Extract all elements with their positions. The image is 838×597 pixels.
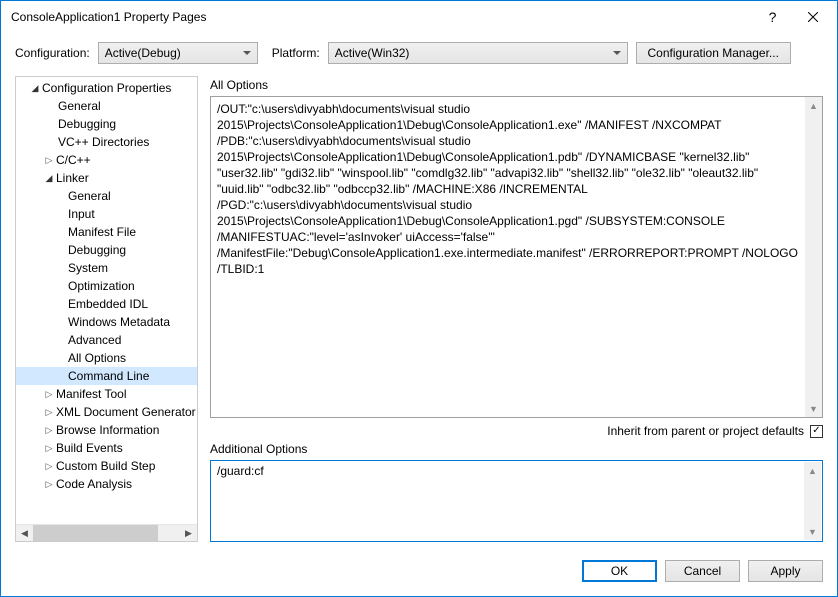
scroll-up-icon[interactable]: ▲ — [804, 462, 821, 479]
scroll-up-icon[interactable]: ▲ — [805, 97, 822, 114]
tree-item-linker-commandline[interactable]: Command Line — [16, 367, 197, 385]
titlebar: ConsoleApplication1 Property Pages ? — [1, 1, 837, 32]
all-options-label: All Options — [210, 76, 823, 96]
arrow-right-icon: ▷ — [44, 152, 54, 168]
tree-item-build-events[interactable]: ▷Build Events — [16, 439, 197, 457]
main-area: ◢Configuration Properties General Debugg… — [1, 76, 837, 550]
arrow-right-icon: ▷ — [44, 422, 54, 438]
tree-item-linker-system[interactable]: System — [16, 259, 197, 277]
window-title: ConsoleApplication1 Property Pages — [11, 10, 755, 24]
scroll-thumb[interactable] — [33, 525, 158, 542]
tree-item-manifest-tool[interactable]: ▷Manifest Tool — [16, 385, 197, 403]
apply-button[interactable]: Apply — [748, 560, 823, 582]
platform-combo[interactable]: Active(Win32) — [328, 42, 628, 64]
configuration-value: Active(Debug) — [105, 46, 181, 60]
tree[interactable]: ◢Configuration Properties General Debugg… — [16, 77, 197, 524]
tree-item-vcpp-dirs[interactable]: VC++ Directories — [16, 133, 197, 151]
tree-item-linker-winmeta[interactable]: Windows Metadata — [16, 313, 197, 331]
tree-item-xml-docgen[interactable]: ▷XML Document Generator — [16, 403, 197, 421]
help-button[interactable]: ? — [755, 2, 790, 31]
close-button[interactable] — [790, 2, 835, 31]
addopts-vscrollbar[interactable]: ▲ ▼ — [804, 462, 821, 540]
configuration-manager-button[interactable]: Configuration Manager... — [636, 42, 791, 64]
tree-item-linker-embeddedidl[interactable]: Embedded IDL — [16, 295, 197, 313]
scroll-down-icon[interactable]: ▼ — [804, 523, 821, 540]
close-icon — [808, 12, 818, 22]
tree-item-linker-manifest[interactable]: Manifest File — [16, 223, 197, 241]
scroll-right-icon[interactable]: ▶ — [180, 525, 197, 542]
tree-item-linker[interactable]: ◢Linker — [16, 169, 197, 187]
tree-item-linker-general[interactable]: General — [16, 187, 197, 205]
scroll-track[interactable] — [33, 525, 180, 542]
additional-options-box[interactable]: /guard:cf ▲ ▼ — [210, 460, 823, 542]
arrow-down-icon: ◢ — [30, 80, 40, 96]
tree-item-debugging[interactable]: Debugging — [16, 115, 197, 133]
tree-item-browse-info[interactable]: ▷Browse Information — [16, 421, 197, 439]
arrow-right-icon: ▷ — [44, 458, 54, 474]
all-options-box[interactable]: /OUT:"c:\users\divyabh\documents\visual … — [210, 96, 823, 418]
tree-item-linker-advanced[interactable]: Advanced — [16, 331, 197, 349]
tree-item-custom-build[interactable]: ▷Custom Build Step — [16, 457, 197, 475]
tree-item-ccpp[interactable]: ▷C/C++ — [16, 151, 197, 169]
additional-options-label: Additional Options — [210, 440, 823, 460]
tree-item-general[interactable]: General — [16, 97, 197, 115]
platform-value: Active(Win32) — [335, 46, 410, 60]
all-options-text: /OUT:"c:\users\divyabh\documents\visual … — [217, 101, 816, 277]
tree-item-linker-optimization[interactable]: Optimization — [16, 277, 197, 295]
tree-panel: ◢Configuration Properties General Debugg… — [15, 76, 198, 542]
arrow-right-icon: ▷ — [44, 404, 54, 420]
allopts-vscrollbar[interactable]: ▲ ▼ — [805, 97, 822, 417]
scroll-down-icon[interactable]: ▼ — [805, 400, 822, 417]
property-pages-window: ConsoleApplication1 Property Pages ? Con… — [0, 0, 838, 597]
configuration-combo[interactable]: Active(Debug) — [98, 42, 258, 64]
check-icon: ✓ — [812, 426, 820, 436]
arrow-down-icon: ◢ — [44, 170, 54, 186]
tree-item-linker-debugging[interactable]: Debugging — [16, 241, 197, 259]
tree-item-code-analysis[interactable]: ▷Code Analysis — [16, 475, 197, 493]
arrow-right-icon: ▷ — [44, 386, 54, 402]
right-panel: All Options /OUT:"c:\users\divyabh\docum… — [210, 76, 823, 542]
footer: OK Cancel Apply — [1, 550, 837, 596]
inherit-row: Inherit from parent or project defaults … — [210, 418, 823, 440]
cancel-button[interactable]: Cancel — [665, 560, 740, 582]
scroll-left-icon[interactable]: ◀ — [16, 525, 33, 542]
tree-hscrollbar[interactable]: ◀ ▶ — [16, 524, 197, 541]
config-row: Configuration: Active(Debug) Platform: A… — [1, 32, 837, 76]
arrow-right-icon: ▷ — [44, 476, 54, 492]
inherit-checkbox[interactable]: ✓ — [810, 425, 823, 438]
tree-item-linker-alloptions[interactable]: All Options — [16, 349, 197, 367]
inherit-label: Inherit from parent or project defaults — [607, 424, 804, 438]
platform-label: Platform: — [272, 46, 320, 60]
configuration-label: Configuration: — [15, 46, 90, 60]
arrow-right-icon: ▷ — [44, 440, 54, 456]
additional-options-value: /guard:cf — [217, 464, 816, 478]
ok-button[interactable]: OK — [582, 560, 657, 582]
tree-root[interactable]: ◢Configuration Properties — [16, 79, 197, 97]
tree-item-linker-input[interactable]: Input — [16, 205, 197, 223]
